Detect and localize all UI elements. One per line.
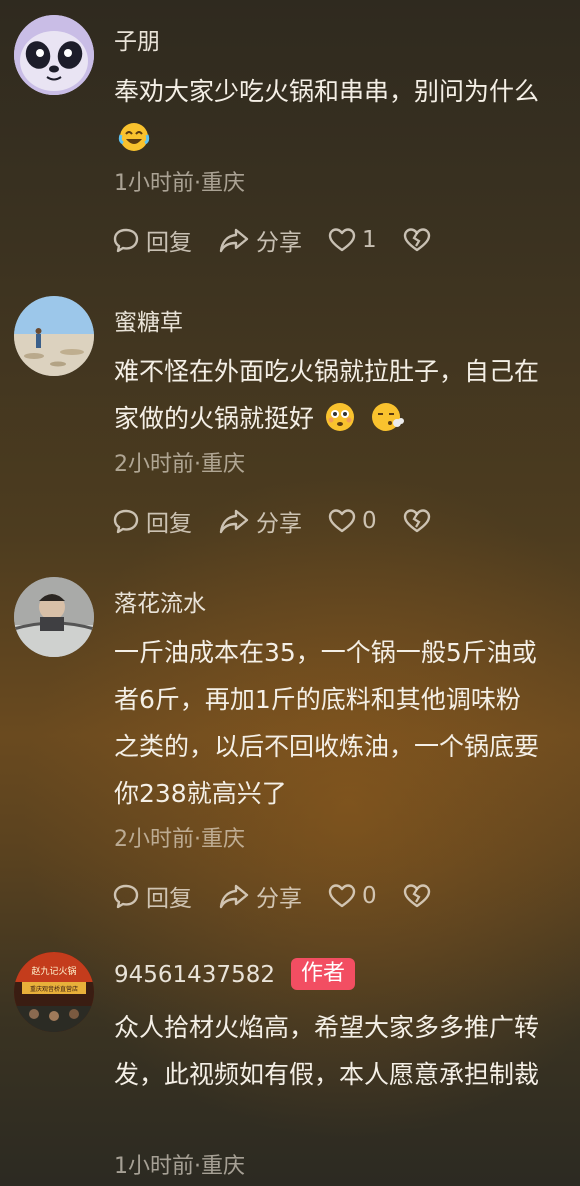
username[interactable]: 子朋 — [114, 22, 160, 56]
location: 重庆 — [201, 452, 246, 477]
person-photo-avatar-icon — [14, 577, 94, 657]
comment-actions: 回复 分享 0 — [112, 876, 457, 916]
share-arrow-icon — [219, 228, 249, 253]
share-label: 分享 — [256, 886, 302, 912]
broken-heart-icon — [403, 884, 430, 908]
share-button[interactable]: 分享 — [218, 504, 302, 538]
laughing-emoji-icon — [118, 121, 150, 168]
comment-text: 奉劝大家少吃火锅和串串，别问为什么 — [114, 68, 544, 168]
comment-meta: 1小时前·重庆 — [114, 1148, 245, 1180]
username[interactable]: 蜜糖草 — [114, 303, 183, 337]
username: 94561437582 作者 — [114, 958, 355, 990]
share-arrow-icon — [219, 509, 249, 534]
comment-text-content: 众人拾材火焰高，希望大家多多推广转发，此视频如有假，本人愿意承担制裁 — [114, 1013, 540, 1089]
location: 重庆 — [201, 1154, 246, 1179]
author-badge: 作者 — [290, 958, 355, 990]
heart-icon — [328, 228, 356, 252]
meta-separator: · — [194, 452, 201, 477]
comment-text-content: 一斤油成本在35，一个锅一般5斤油或者6斤，再加1斤的底料和其他调味粉之类的，以… — [114, 638, 540, 808]
like-count: 1 — [362, 227, 377, 253]
like-count: 0 — [362, 883, 377, 909]
avatar[interactable] — [14, 577, 94, 657]
exhaling-face-emoji-icon — [370, 401, 405, 448]
reply-button[interactable]: 回复 — [112, 879, 192, 913]
flushed-face-emoji-icon — [324, 401, 356, 448]
store-branch-text: 重庆观音桥直营店 — [30, 985, 78, 993]
timestamp: 1小时前 — [114, 1154, 194, 1179]
timestamp: 1小时前 — [114, 171, 194, 196]
store-name-text: 赵九记火锅 — [31, 965, 76, 977]
meta-separator: · — [194, 171, 201, 196]
comment-meta: 2小时前·重庆 — [114, 446, 245, 478]
heart-icon — [328, 509, 356, 533]
like-button[interactable]: 0 — [328, 508, 377, 534]
comment-text: 难不怪在外面吃火锅就拉肚子，自己在家做的火锅就挺好 — [114, 348, 544, 448]
reply-label: 回复 — [146, 230, 192, 256]
share-label: 分享 — [256, 230, 302, 256]
username[interactable]: 落花流水 — [114, 584, 206, 618]
reply-label: 回复 — [146, 511, 192, 537]
like-button[interactable]: 1 — [328, 227, 377, 253]
like-button[interactable]: 0 — [328, 883, 377, 909]
dislike-button[interactable] — [403, 883, 431, 909]
share-button[interactable]: 分享 — [218, 223, 302, 257]
avatar[interactable] — [14, 15, 94, 95]
broken-heart-icon — [403, 509, 430, 533]
timestamp: 2小时前 — [114, 827, 194, 852]
location: 重庆 — [201, 827, 246, 852]
storefront-avatar-icon: 赵九记火锅 重庆观音桥直营店 — [14, 952, 94, 1032]
comment-text-content: 奉劝大家少吃火锅和串串，别问为什么 — [114, 77, 540, 106]
comment-actions: 回复 分享 0 — [112, 501, 457, 541]
username-text[interactable]: 94561437582 — [114, 962, 275, 988]
speech-bubble-icon — [113, 509, 139, 534]
comment-text: 众人拾材火焰高，希望大家多多推广转发，此视频如有假，本人愿意承担制裁 — [114, 1004, 544, 1098]
comment-actions: 回复 分享 1 — [112, 220, 457, 260]
share-button[interactable]: 分享 — [218, 879, 302, 913]
reply-label: 回复 — [146, 886, 192, 912]
share-label: 分享 — [256, 511, 302, 537]
landscape-photo-avatar-icon — [14, 296, 94, 376]
comment-text: 一斤油成本在35，一个锅一般5斤油或者6斤，再加1斤的底料和其他调味粉之类的，以… — [114, 629, 544, 817]
heart-icon — [328, 884, 356, 908]
dislike-button[interactable] — [403, 227, 431, 253]
avatar[interactable]: 赵九记火锅 重庆观音桥直营店 — [14, 952, 94, 1032]
share-arrow-icon — [219, 884, 249, 909]
like-count: 0 — [362, 508, 377, 534]
comment-meta: 1小时前·重庆 — [114, 165, 245, 197]
meta-separator: · — [194, 827, 201, 852]
comment-meta: 2小时前·重庆 — [114, 821, 245, 853]
speech-bubble-icon — [113, 228, 139, 253]
speech-bubble-icon — [113, 884, 139, 909]
dislike-button[interactable] — [403, 508, 431, 534]
broken-heart-icon — [403, 228, 430, 252]
timestamp: 2小时前 — [114, 452, 194, 477]
reply-button[interactable]: 回复 — [112, 223, 192, 257]
reply-button[interactable]: 回复 — [112, 504, 192, 538]
location: 重庆 — [201, 171, 246, 196]
panda-avatar-icon — [14, 15, 94, 95]
meta-separator: · — [194, 1154, 201, 1179]
avatar[interactable] — [14, 296, 94, 376]
